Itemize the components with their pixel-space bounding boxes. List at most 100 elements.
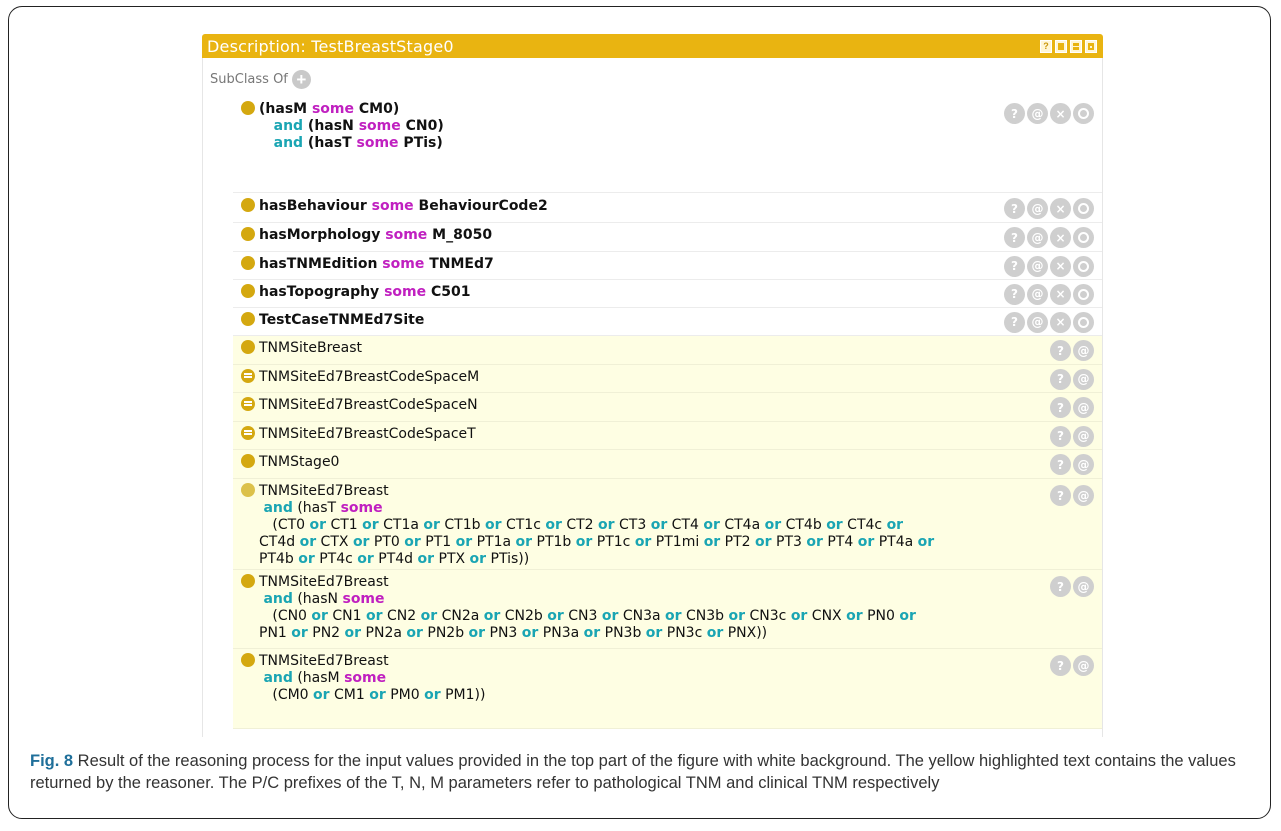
- subclass-row[interactable]: (hasM some CM0) and (hasN some CN0) and …: [233, 97, 1102, 193]
- help-icon[interactable]: ?: [1004, 283, 1025, 305]
- delete-icon[interactable]: ×: [1050, 227, 1071, 248]
- expression-token: PN3a: [538, 625, 584, 641]
- edit-icon[interactable]: [1073, 103, 1094, 124]
- subclass-row[interactable]: TNMSiteEd7Breast and (hasT some (CT0 or …: [233, 479, 1102, 570]
- subclass-row[interactable]: TNMSiteEd7BreastCodeSpaceT? @: [233, 422, 1102, 450]
- edit-icon[interactable]: [1073, 255, 1094, 277]
- help-icon[interactable]: ?: [1004, 311, 1025, 333]
- expression-token: PM1)): [440, 687, 486, 703]
- keyword-connective: or: [311, 608, 328, 624]
- delete-icon[interactable]: ×: [1050, 198, 1071, 219]
- expression-token: hasTNMEdition: [259, 256, 383, 272]
- keyword-connective: or: [420, 608, 438, 624]
- help-icon[interactable]: ?: [1004, 255, 1025, 277]
- help-icon[interactable]: ?: [1004, 227, 1025, 248]
- class-expression: TNMStage0: [241, 454, 339, 471]
- class-expression: TNMSiteBreast: [241, 340, 362, 357]
- expression-token: (CN0: [259, 608, 312, 624]
- class-expression: hasMorphology some M_8050: [241, 227, 492, 244]
- annotate-icon[interactable]: @: [1027, 311, 1048, 333]
- help-icon[interactable]: ?: [1050, 454, 1071, 475]
- help-icon[interactable]: ?: [1050, 485, 1071, 506]
- help-icon[interactable]: ?: [1050, 425, 1071, 447]
- keyword-some: some: [344, 670, 387, 686]
- keyword-connective: or: [521, 625, 539, 641]
- class-icon: [241, 340, 255, 354]
- row-actions: ? @: [1050, 368, 1094, 390]
- maximize-icon[interactable]: [1085, 39, 1097, 53]
- subclass-row[interactable]: TestCaseTNMEd7Site? @ ×: [233, 308, 1102, 336]
- edit-icon[interactable]: [1073, 311, 1094, 333]
- keyword-connective: and: [263, 670, 293, 686]
- annotate-icon[interactable]: @: [1073, 425, 1094, 447]
- equivalent-class-icon: [241, 369, 255, 383]
- class-icon: [241, 653, 255, 667]
- split-vertical-icon[interactable]: [1055, 39, 1067, 53]
- annotate-icon[interactable]: @: [1027, 103, 1048, 124]
- annotate-icon[interactable]: @: [1027, 255, 1048, 277]
- help-icon[interactable]: ?: [1050, 655, 1071, 676]
- expression-token: [259, 118, 274, 134]
- delete-icon[interactable]: ×: [1050, 255, 1071, 277]
- subclass-row[interactable]: TNMSiteEd7BreastCodeSpaceN? @: [233, 393, 1102, 422]
- expression-token: PT1a: [472, 534, 516, 550]
- annotate-icon[interactable]: @: [1027, 198, 1048, 219]
- annotate-icon[interactable]: @: [1027, 283, 1048, 305]
- help-icon[interactable]: ?: [1004, 198, 1025, 219]
- expression-token: CT4d: [259, 534, 300, 550]
- caption-text: Result of the reasoning process for the …: [30, 752, 1236, 792]
- edit-icon[interactable]: [1073, 198, 1094, 219]
- subclass-row[interactable]: hasBehaviour some BehaviourCode2? @ ×: [233, 194, 1102, 223]
- expression-line: TNMSiteEd7Breast: [241, 653, 485, 670]
- annotate-icon[interactable]: @: [1073, 340, 1094, 361]
- help-icon[interactable]: ?: [1050, 397, 1071, 418]
- delete-icon[interactable]: ×: [1050, 283, 1071, 305]
- expression-line: and (hasN some: [241, 591, 916, 608]
- annotate-icon[interactable]: @: [1073, 454, 1094, 475]
- help-icon[interactable]: ?: [1004, 103, 1025, 124]
- row-actions: ? @ ×: [1004, 311, 1094, 333]
- expression-token: (hasM: [292, 670, 345, 686]
- keyword-connective: or: [423, 517, 440, 533]
- keyword-connective: or: [601, 608, 619, 624]
- edit-icon[interactable]: [1073, 227, 1094, 248]
- keyword-connective: or: [309, 517, 327, 533]
- help-icon[interactable]: ?: [1050, 576, 1071, 597]
- class-icon: [241, 101, 255, 115]
- annotate-icon[interactable]: @: [1073, 368, 1094, 390]
- subclass-row[interactable]: TNMSiteBreast? @: [233, 336, 1102, 365]
- expression-token: PN3c: [662, 625, 707, 641]
- split-horizontal-icon[interactable]: [1070, 39, 1082, 53]
- expression-token: BehaviourCode2: [413, 198, 548, 214]
- expression-token: hasTopography: [259, 284, 385, 300]
- equivalent-class-icon: [241, 426, 255, 440]
- subclass-row[interactable]: TNMSiteEd7Breast and (hasM some (CM0 or …: [233, 649, 1102, 729]
- annotate-icon[interactable]: @: [1027, 227, 1048, 248]
- class-expression: TNMSiteEd7BreastCodeSpaceN: [241, 397, 478, 414]
- keyword-connective: or: [703, 534, 721, 550]
- subclass-row[interactable]: hasTNMEdition some TNMEd7? @ ×: [233, 252, 1102, 280]
- edit-icon[interactable]: [1073, 283, 1094, 305]
- annotate-icon[interactable]: @: [1073, 397, 1094, 418]
- subclass-row[interactable]: TNMSiteEd7Breast and (hasN some (CN0 or …: [233, 570, 1102, 649]
- description-panel: Description: TestBreastStage0 ? SubClass…: [202, 34, 1103, 737]
- expression-token: TNMSiteEd7BreastCodeSpaceM: [259, 369, 480, 385]
- keyword-connective: or: [857, 534, 875, 550]
- keyword-connective: or: [298, 551, 315, 567]
- delete-icon[interactable]: ×: [1050, 103, 1071, 124]
- delete-icon[interactable]: ×: [1050, 311, 1071, 333]
- annotate-icon[interactable]: @: [1073, 576, 1094, 597]
- class-icon: [241, 574, 255, 588]
- help-icon[interactable]: ?: [1050, 368, 1071, 390]
- annotate-icon[interactable]: @: [1073, 485, 1094, 506]
- subclass-row[interactable]: TNMSiteEd7BreastCodeSpaceM? @: [233, 365, 1102, 393]
- annotate-icon[interactable]: @: [1073, 655, 1094, 676]
- help-icon[interactable]: ?: [1040, 39, 1052, 53]
- plus-circle-icon[interactable]: +: [291, 70, 311, 89]
- help-icon[interactable]: ?: [1050, 340, 1071, 361]
- subclass-row[interactable]: hasTopography some C501? @ ×: [233, 280, 1102, 308]
- keyword-connective: or: [417, 551, 435, 567]
- subclass-row[interactable]: TNMStage0? @: [233, 450, 1102, 479]
- equivalent-class-icon: [241, 397, 255, 411]
- subclass-row[interactable]: hasMorphology some M_8050? @ ×: [233, 223, 1102, 252]
